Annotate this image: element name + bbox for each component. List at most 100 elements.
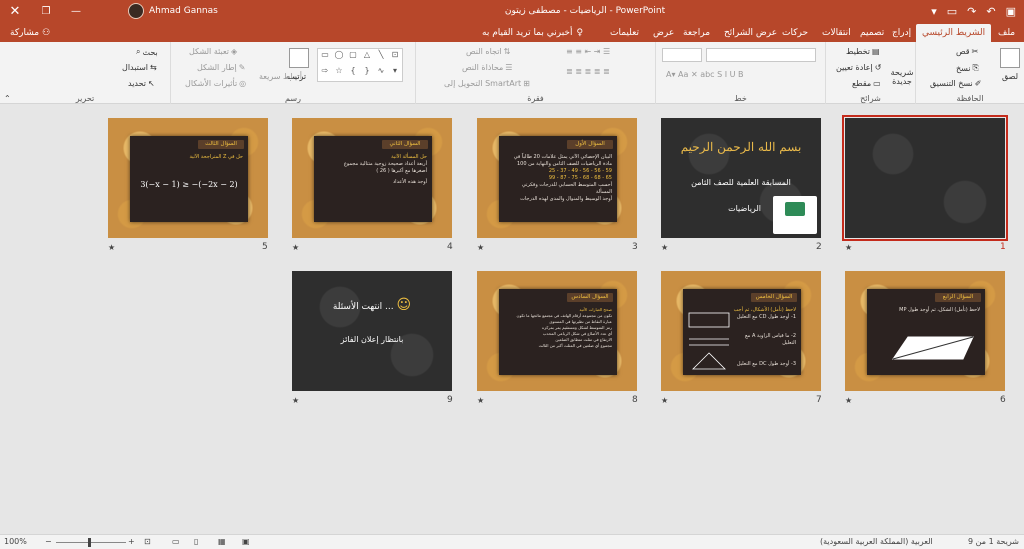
normal-view-icon[interactable]: ▣: [242, 537, 250, 546]
account-button[interactable]: Ahmad Gannas: [128, 0, 218, 22]
transition-star-icon[interactable]: ★: [477, 243, 484, 252]
minimize-button[interactable]: —: [64, 0, 88, 22]
undo-icon[interactable]: ↶: [986, 5, 995, 18]
zoom-in-button[interactable]: +: [128, 537, 135, 546]
person-icon: ⚇: [42, 28, 51, 38]
tab-design[interactable]: تصميم: [860, 24, 884, 42]
arrange-icon[interactable]: [289, 48, 309, 68]
tab-help[interactable]: تعليمات: [610, 24, 639, 42]
transition-star-icon[interactable]: ★: [661, 396, 668, 405]
share-button[interactable]: مشاركة ⚇: [10, 24, 50, 42]
font-format-buttons[interactable]: A▾ Aa ✕ abc S I U B: [666, 70, 744, 79]
slide-thumbnail-8[interactable]: السؤال السادس صحح العبارات الآتية تكون م…: [477, 271, 637, 391]
font-name-box[interactable]: [706, 48, 816, 62]
arrow-icon[interactable]: ⇨: [318, 65, 332, 81]
shape-outline-button[interactable]: إطار الشكل ✎: [197, 63, 245, 72]
slideshow-view-icon[interactable]: ▭: [172, 537, 180, 546]
select-button[interactable]: تحديد ↖: [128, 79, 155, 88]
smiley-icon: ☺: [396, 297, 412, 313]
redo-icon[interactable]: ↷: [967, 5, 976, 18]
window-title: الرياضيات - مصطفى زيتون - PowerPoint: [504, 6, 666, 16]
transition-star-icon[interactable]: ★: [477, 396, 484, 405]
customize-icon[interactable]: ▾: [931, 5, 937, 18]
slide-sorter-view-icon[interactable]: ▦: [218, 537, 226, 546]
tab-review[interactable]: مراجعة: [683, 24, 710, 42]
cut-button[interactable]: قص ✂: [956, 47, 978, 56]
user-name: Ahmad Gannas: [149, 6, 218, 16]
zoom-slider-thumb[interactable]: [88, 538, 91, 547]
transition-star-icon[interactable]: ★: [108, 243, 115, 252]
more-shapes-icon[interactable]: ▾: [388, 65, 402, 81]
brace-icon[interactable]: {: [346, 65, 360, 81]
slide-number: 8: [632, 395, 638, 405]
start-icon[interactable]: ▭: [947, 5, 957, 18]
slide-number: 1: [1000, 242, 1006, 252]
tell-me-box[interactable]: أخبرني بما تريد القيام به ♀: [482, 24, 583, 42]
line-icon[interactable]: ╲: [374, 49, 388, 65]
shapes-gallery[interactable]: ▭ ◯ ▢ △ ╲ ⊡ ⇨ ☆{} ∿ ▾: [317, 48, 403, 82]
font-size-box[interactable]: [662, 48, 702, 62]
textbox-icon[interactable]: ⊡: [388, 49, 402, 65]
replace-button[interactable]: استبدال ⇆: [122, 63, 157, 72]
tab-view[interactable]: عرض: [653, 24, 674, 42]
transition-star-icon[interactable]: ★: [661, 243, 668, 252]
align-text-button[interactable]: محاذاة النص ☰: [462, 63, 512, 72]
transition-star-icon[interactable]: ★: [292, 243, 299, 252]
slide-thumbnail-7[interactable]: السؤال الخامس لاحظ (تأمل) الأشكال، ثم أج…: [661, 271, 821, 391]
collapse-ribbon-icon[interactable]: ⌃: [4, 94, 11, 103]
slide-thumbnail-9[interactable]: انتهت الأسئلة ... ☺ بانتظار إعلان الفائز: [292, 271, 452, 391]
reading-view-icon[interactable]: ▯: [194, 537, 198, 546]
save-icon[interactable]: ▣: [1006, 5, 1016, 18]
format-painter-button[interactable]: نسخ التنسيق ✐: [930, 79, 981, 88]
paste-button[interactable]: لصق: [1002, 72, 1018, 81]
slide-thumbnail-6[interactable]: السؤال الرابع لاحظ (تأمل) الشكل، ثم أوجد…: [845, 271, 1005, 391]
section-button[interactable]: مقطع ▭: [852, 79, 881, 88]
slide-thumbnail-3[interactable]: السؤال الأول البيان الإحصائي الآتي يمثل …: [477, 118, 637, 238]
slide-thumbnail-5[interactable]: السؤال الثالث حل في Z المتراجحة الآتية 3…: [108, 118, 268, 238]
layout-button[interactable]: تخطيط ▤: [846, 47, 880, 56]
zoom-slider[interactable]: [56, 542, 126, 543]
align-icon: ☰: [505, 63, 513, 72]
fit-slide-icon[interactable]: ⊡: [144, 537, 151, 546]
tab-insert[interactable]: إدراج: [892, 24, 911, 42]
new-slide-button[interactable]: شريحة جديدة: [888, 68, 916, 86]
arrange-button[interactable]: ترتيب: [287, 72, 306, 81]
slide-thumbnail-1[interactable]: [842, 115, 1008, 241]
tab-home[interactable]: الشريط الرئيسي: [916, 24, 992, 42]
question-header: السؤال الثاني: [382, 140, 428, 149]
brace-close-icon[interactable]: }: [360, 65, 374, 81]
transition-star-icon[interactable]: ★: [845, 396, 852, 405]
tab-file[interactable]: ملف: [998, 24, 1015, 42]
group-font: A▾ Aa ✕ abc S I U B خط: [655, 42, 825, 104]
star-icon[interactable]: ☆: [332, 65, 346, 81]
alignment-buttons[interactable]: ≣ ≣ ≣ ≣ ≣: [566, 67, 610, 76]
text-direction-button[interactable]: اتجاه النص ⇅: [466, 47, 510, 56]
language-indicator[interactable]: العربية (المملكة العربية السعودية): [820, 537, 933, 546]
list-buttons[interactable]: ≡ ≡ ⇤ ⇥ ☰: [566, 47, 610, 56]
reset-button[interactable]: إعادة تعيين ↺: [836, 63, 881, 72]
smartart-button[interactable]: التحويل إلى SmartArt ⊞: [444, 79, 530, 88]
copy-button[interactable]: نسخ ⎘: [956, 63, 979, 73]
rectangle-icon[interactable]: ▭: [318, 49, 332, 65]
transition-star-icon[interactable]: ★: [292, 396, 299, 405]
close-button[interactable]: ✕: [0, 0, 30, 22]
slide-thumbnail-4[interactable]: السؤال الثاني حل المسألة الآتية أربعة أع…: [292, 118, 452, 238]
restore-button[interactable]: ❐: [34, 0, 58, 22]
curve-icon[interactable]: ∿: [374, 65, 388, 81]
find-button[interactable]: ⌕ بحث: [136, 47, 158, 57]
shape-effects-button[interactable]: تأثيرات الأشكال ◎: [185, 79, 246, 88]
tab-slideshow[interactable]: عرض الشرائح: [724, 24, 777, 42]
slide-number: 2: [816, 242, 822, 252]
slide-thumbnail-2[interactable]: بسم الله الرحمن الرحيم المسابقة العلمية …: [661, 118, 821, 238]
effects-icon: ◎: [239, 79, 247, 88]
tab-animations[interactable]: حركات: [782, 24, 808, 42]
zoom-percent[interactable]: 100%: [4, 537, 27, 546]
tab-transitions[interactable]: انتقالات: [822, 24, 851, 42]
round-rect-icon[interactable]: ▢: [346, 49, 360, 65]
clipboard-icon[interactable]: [1000, 48, 1020, 68]
zoom-out-button[interactable]: −: [45, 537, 52, 546]
transition-star-icon[interactable]: ★: [845, 243, 852, 252]
oval-icon[interactable]: ◯: [332, 49, 346, 65]
shape-fill-button[interactable]: تعبئة الشكل ◈: [189, 47, 237, 56]
triangle-icon[interactable]: △: [360, 49, 374, 65]
